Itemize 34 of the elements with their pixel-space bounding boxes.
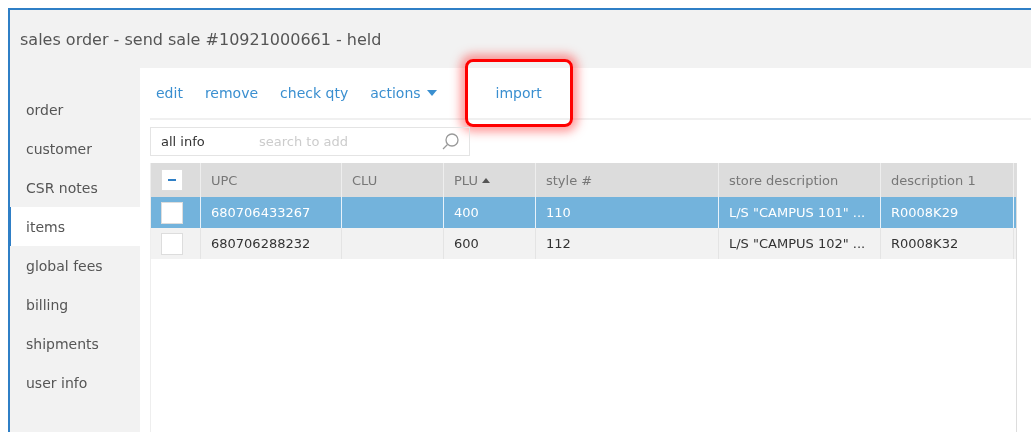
sidebar-item[interactable]: customer: [8, 129, 140, 168]
table-cell: 680706433267: [211, 205, 311, 220]
sidebar-item[interactable]: CSR notes: [8, 168, 140, 207]
sidebar-item[interactable]: order: [8, 90, 140, 129]
toolbar-link[interactable]: check qty: [280, 85, 349, 101]
table-cell: 400: [454, 205, 479, 220]
table-cell: L/S "CAMPUS 101" ...: [729, 205, 866, 220]
window-title: sales order - send sale #10921000661 - held: [19, 29, 383, 51]
sort-icon: [481, 177, 490, 183]
table-cell: L/S "CAMPUS 102" ...: [729, 236, 866, 251]
toolbar-link[interactable]: import: [495, 85, 542, 101]
toolbar-link[interactable]: remove: [204, 85, 259, 101]
table-row[interactable]: 680706288232 600 112 L/S "CAMPUS 102" ... R0008K32: [151, 228, 1016, 259]
search-scope[interactable]: all info: [161, 134, 247, 149]
actions-dropdown[interactable]: actions: [370, 85, 437, 101]
dash-icon: [168, 179, 176, 181]
toolbar-link[interactable]: edit: [156, 85, 183, 101]
sidebar-item[interactable]: shipments: [8, 324, 140, 363]
table-cell: 680706288232: [211, 236, 311, 251]
table-cell: R0008K29: [891, 205, 959, 220]
sidebar-item[interactable]: billing: [8, 285, 140, 324]
sidebar-item[interactable]: global fees: [8, 246, 140, 285]
table-cell: R0008K32: [891, 236, 959, 251]
select-all-checkbox[interactable]: [161, 169, 183, 191]
row-checkbox[interactable]: [161, 232, 183, 255]
search-icon[interactable]: [442, 133, 459, 150]
caret-icon: [426, 90, 437, 96]
row-checkbox[interactable]: [161, 201, 183, 224]
sidebar-item[interactable]: items: [8, 207, 140, 246]
sidebar-item[interactable]: user info: [8, 363, 140, 402]
table-cell: 600: [454, 236, 479, 251]
table-cell: 112: [546, 236, 571, 251]
table-row[interactable]: 680706433267 400 110 L/S "CAMPUS 101" ... R0008K29: [151, 197, 1016, 228]
table-cell: 110: [546, 205, 571, 220]
